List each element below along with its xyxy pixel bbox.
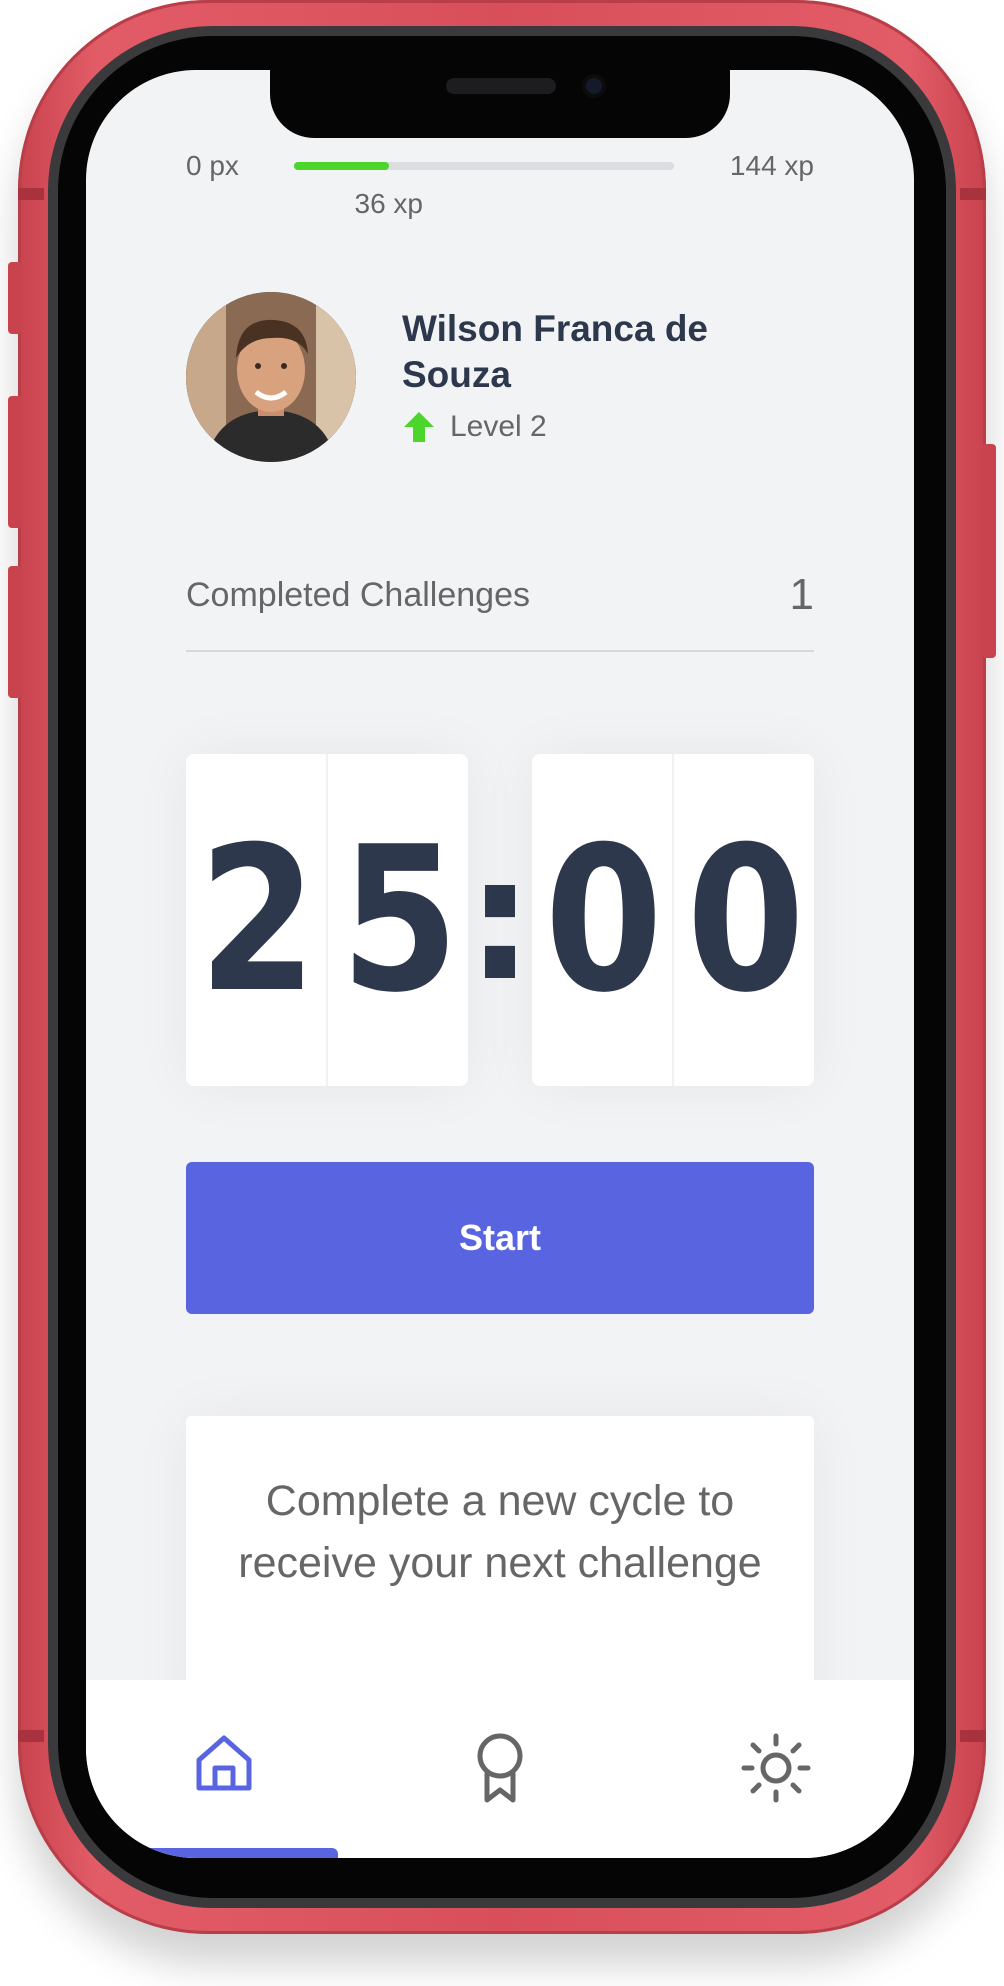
- antenna-band: [18, 188, 44, 200]
- power-button: [982, 444, 996, 658]
- antenna-band: [960, 188, 986, 200]
- avatar: [186, 292, 356, 462]
- countdown-minutes: 2 5: [186, 754, 468, 1086]
- digit-divider: [672, 754, 674, 1086]
- challenge-message: Complete a new cycle to receive your nex…: [238, 1477, 762, 1587]
- xp-min-label: 0 px: [186, 150, 239, 181]
- front-camera: [582, 74, 606, 98]
- mute-switch: [8, 262, 22, 334]
- nav-item-theme[interactable]: [638, 1680, 914, 1858]
- completed-challenges-label: Completed Challenges: [186, 576, 530, 614]
- second-ones-digit: 0: [686, 803, 805, 1037]
- active-nav-indicator: [142, 1848, 338, 1858]
- second-tens-digit: 0: [544, 803, 663, 1037]
- volume-up-button: [8, 396, 22, 528]
- xp-progress-bar: [294, 162, 674, 170]
- volume-down-button: [8, 566, 22, 698]
- level-label: Level 2: [450, 410, 547, 443]
- countdown-separator: :: [466, 821, 534, 1019]
- nav-item-challenges[interactable]: [362, 1680, 638, 1858]
- countdown-seconds: 0 0: [532, 754, 814, 1086]
- digit-divider: [326, 754, 328, 1086]
- award-icon: [477, 1733, 523, 1803]
- home-view: 0 px 36 xp 144 xp Wilson Franca de Souza…: [86, 70, 914, 1858]
- antenna-band: [18, 1730, 44, 1742]
- level-up-arrow-icon: [404, 412, 434, 442]
- antenna-band: [960, 1730, 986, 1742]
- app-screen: 0 px 36 xp 144 xp Wilson Franca de Souza…: [86, 70, 914, 1858]
- xp-progress-fill: [294, 162, 389, 170]
- xp-max-label: 144 xp: [729, 150, 814, 181]
- start-button[interactable]: Start: [186, 1162, 814, 1314]
- home-icon: [196, 1735, 252, 1791]
- device-mockup: 0 px 36 xp 144 xp Wilson Franca de Souza…: [0, 0, 1004, 1986]
- notch: [270, 70, 730, 138]
- minute-tens-digit: 2: [198, 803, 317, 1037]
- minute-ones-digit: 5: [340, 803, 459, 1037]
- completed-challenges-count: 1: [789, 570, 814, 619]
- xp-current-label: 36 xp: [354, 188, 424, 219]
- bottom-navigation: [86, 1680, 914, 1858]
- user-name: Wilson Franca de Souza: [402, 308, 709, 395]
- divider: [186, 650, 814, 652]
- nav-item-home[interactable]: [86, 1680, 362, 1858]
- sun-icon: [741, 1733, 811, 1803]
- level-indicator: Level 2: [402, 410, 547, 444]
- speaker: [446, 78, 556, 94]
